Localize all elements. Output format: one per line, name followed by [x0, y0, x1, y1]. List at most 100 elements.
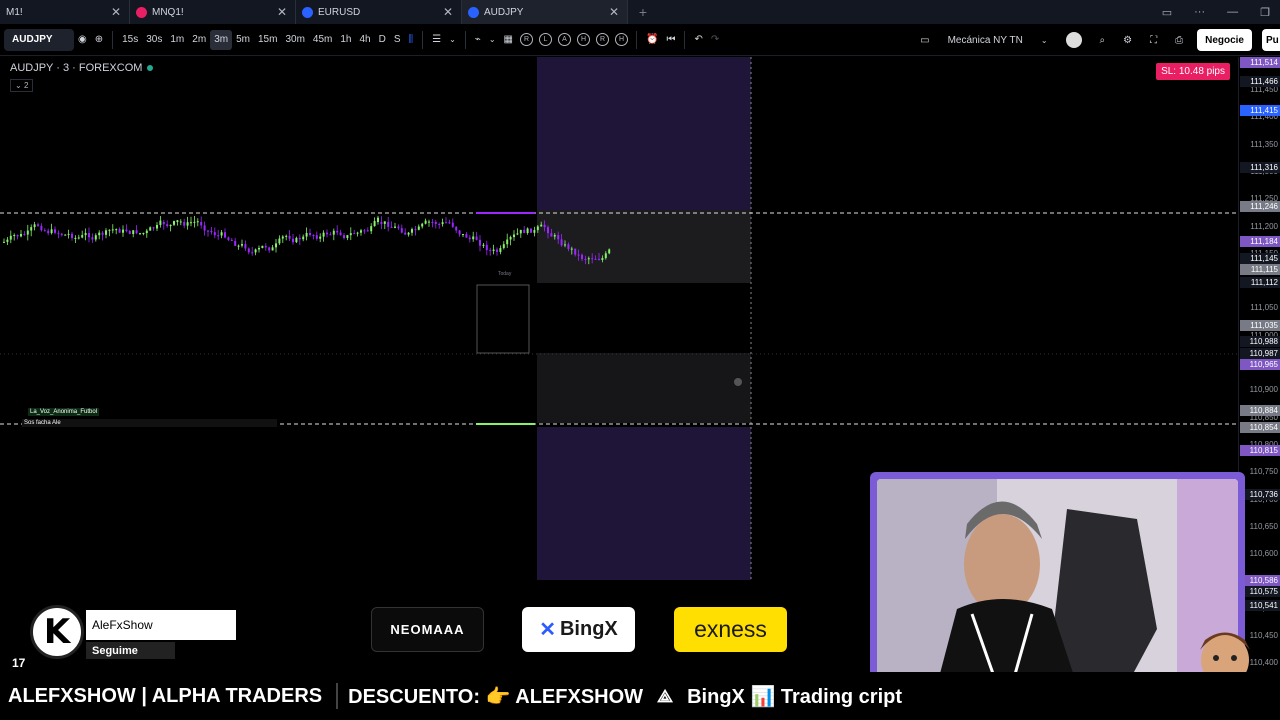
redo-icon[interactable]: ↷ — [707, 30, 723, 50]
candle-body — [346, 235, 349, 239]
candle-body — [298, 237, 301, 240]
candle-body — [530, 228, 532, 233]
interval-D[interactable]: D — [375, 30, 390, 50]
candle-body — [268, 247, 271, 251]
replay-button-h[interactable]: H — [576, 33, 590, 46]
interval-5m[interactable]: 5m — [232, 30, 254, 50]
chevron-down-icon[interactable]: ⌄ — [485, 30, 500, 50]
gear-icon[interactable]: ⚙ — [1119, 30, 1136, 50]
grid-icon[interactable]: ▦ — [500, 30, 517, 50]
replay-icon[interactable]: ⏮ — [662, 30, 679, 50]
chevron-down-icon[interactable]: ⌄ — [445, 30, 460, 50]
candle-body — [390, 226, 393, 228]
close-icon[interactable]: ✕ — [443, 5, 453, 19]
webcam-overlay — [870, 472, 1245, 692]
add-symbol-icon[interactable]: ⊕ — [91, 30, 107, 50]
interval-4h[interactable]: 4h — [355, 30, 374, 50]
more-icon[interactable]: ··· — [1194, 6, 1205, 18]
candle-body — [77, 237, 80, 239]
undo-icon[interactable]: ↶ — [690, 30, 706, 50]
candle-body — [190, 222, 192, 224]
candle-body — [251, 252, 254, 254]
tab-m1[interactable]: M1! ✕ — [0, 0, 130, 24]
new-tab-button[interactable]: + — [628, 4, 658, 20]
chevron-down-icon[interactable]: ⌄ — [1037, 30, 1052, 50]
interval-45m[interactable]: 45m — [309, 30, 336, 50]
candle-body — [98, 232, 101, 236]
candle-body — [159, 220, 162, 225]
indicators-icon[interactable]: ☰ — [428, 30, 445, 50]
sponsor-exness: exness — [674, 607, 787, 652]
alert-icon[interactable]: ⏰ — [642, 30, 662, 50]
tab-audjpy[interactable]: AUDJPY ✕ — [462, 0, 628, 24]
candle-body — [57, 232, 60, 234]
tab-label: AUDJPY — [484, 6, 524, 18]
interval-2m[interactable]: 2m — [188, 30, 210, 50]
today-label: Today — [498, 271, 512, 277]
tab-label: MNQ1! — [152, 6, 184, 18]
interval-15s[interactable]: 15s — [118, 30, 142, 50]
candle-body — [227, 237, 230, 240]
trade-button[interactable]: Negocie — [1197, 29, 1252, 51]
candle-body — [516, 233, 519, 235]
candle-body — [492, 249, 495, 251]
replay-button-l[interactable]: L — [538, 33, 552, 46]
avatar-icon[interactable] — [1062, 30, 1086, 50]
camera-icon[interactable]: ⎙ — [1171, 30, 1187, 50]
candle-body — [40, 225, 43, 231]
eye-icon[interactable]: ◉ — [74, 30, 91, 50]
candle-body — [394, 226, 396, 228]
candle-body — [601, 258, 604, 260]
replay-button-h[interactable]: H — [614, 33, 628, 46]
candle-body — [169, 224, 172, 227]
interval-15m[interactable]: 15m — [254, 30, 281, 50]
strategy-icon[interactable]: ⌁ — [471, 30, 485, 50]
candle-body — [496, 249, 498, 252]
candle-body — [278, 238, 281, 244]
close-icon[interactable]: ✕ — [609, 5, 619, 19]
maximize-icon[interactable]: ❐ — [1260, 6, 1270, 19]
bar-style-icon[interactable]: ⫼ — [405, 30, 418, 50]
tab-eurusd[interactable]: EURUSD ✕ — [296, 0, 462, 24]
search-icon[interactable]: ⌕ — [1096, 30, 1110, 50]
candle-body — [271, 247, 274, 251]
collapse-indicators-button[interactable]: ⌄ 2 — [10, 79, 34, 92]
candle-body — [567, 244, 570, 249]
fullscreen-icon[interactable]: ⛶ — [1146, 30, 1161, 50]
minimize-icon[interactable]: — — [1227, 6, 1238, 18]
price-tag: 110,965 — [1240, 359, 1280, 370]
price-tick: 110,650 — [1249, 521, 1278, 531]
layout-name[interactable]: Mecánica NY TN — [944, 30, 1027, 50]
candle-body — [363, 230, 366, 232]
price-tag: 110,586 — [1240, 575, 1280, 586]
session-zone-lower — [537, 353, 751, 423]
candle-body — [156, 224, 158, 229]
interval-S[interactable]: S — [390, 30, 405, 50]
price-tag: 111,115 — [1240, 264, 1280, 275]
interval-30s[interactable]: 30s — [142, 30, 166, 50]
tab-mnq1[interactable]: MNQ1! ✕ — [130, 0, 296, 24]
candle-body — [302, 236, 305, 240]
candle-body — [84, 233, 87, 236]
replay-button-a[interactable]: A — [557, 33, 571, 46]
symbol-search[interactable]: AUDJPY — [4, 28, 74, 51]
layout-icon[interactable]: ▭ — [1162, 6, 1172, 19]
interval-3m[interactable]: 3m — [210, 29, 233, 50]
price-tag: 111,246 — [1240, 201, 1280, 212]
candle-body — [553, 235, 556, 237]
interval-1h[interactable]: 1h — [336, 30, 355, 50]
currency-icon — [468, 6, 479, 18]
layout-icon[interactable]: ▭ — [916, 30, 933, 50]
price-tag: 111,184 — [1240, 236, 1280, 247]
price-tag: 110,854 — [1240, 422, 1280, 433]
interval-30m[interactable]: 30m — [281, 30, 308, 50]
close-icon[interactable]: ✕ — [277, 5, 287, 19]
publish-button[interactable]: Pu — [1262, 29, 1280, 51]
candle-body — [581, 254, 583, 260]
candle-body — [509, 237, 512, 240]
close-icon[interactable]: ✕ — [111, 5, 121, 19]
candle-body — [448, 222, 451, 224]
replay-button-r[interactable]: R — [519, 33, 533, 46]
replay-button-r[interactable]: R — [595, 33, 609, 46]
interval-1m[interactable]: 1m — [166, 30, 188, 50]
